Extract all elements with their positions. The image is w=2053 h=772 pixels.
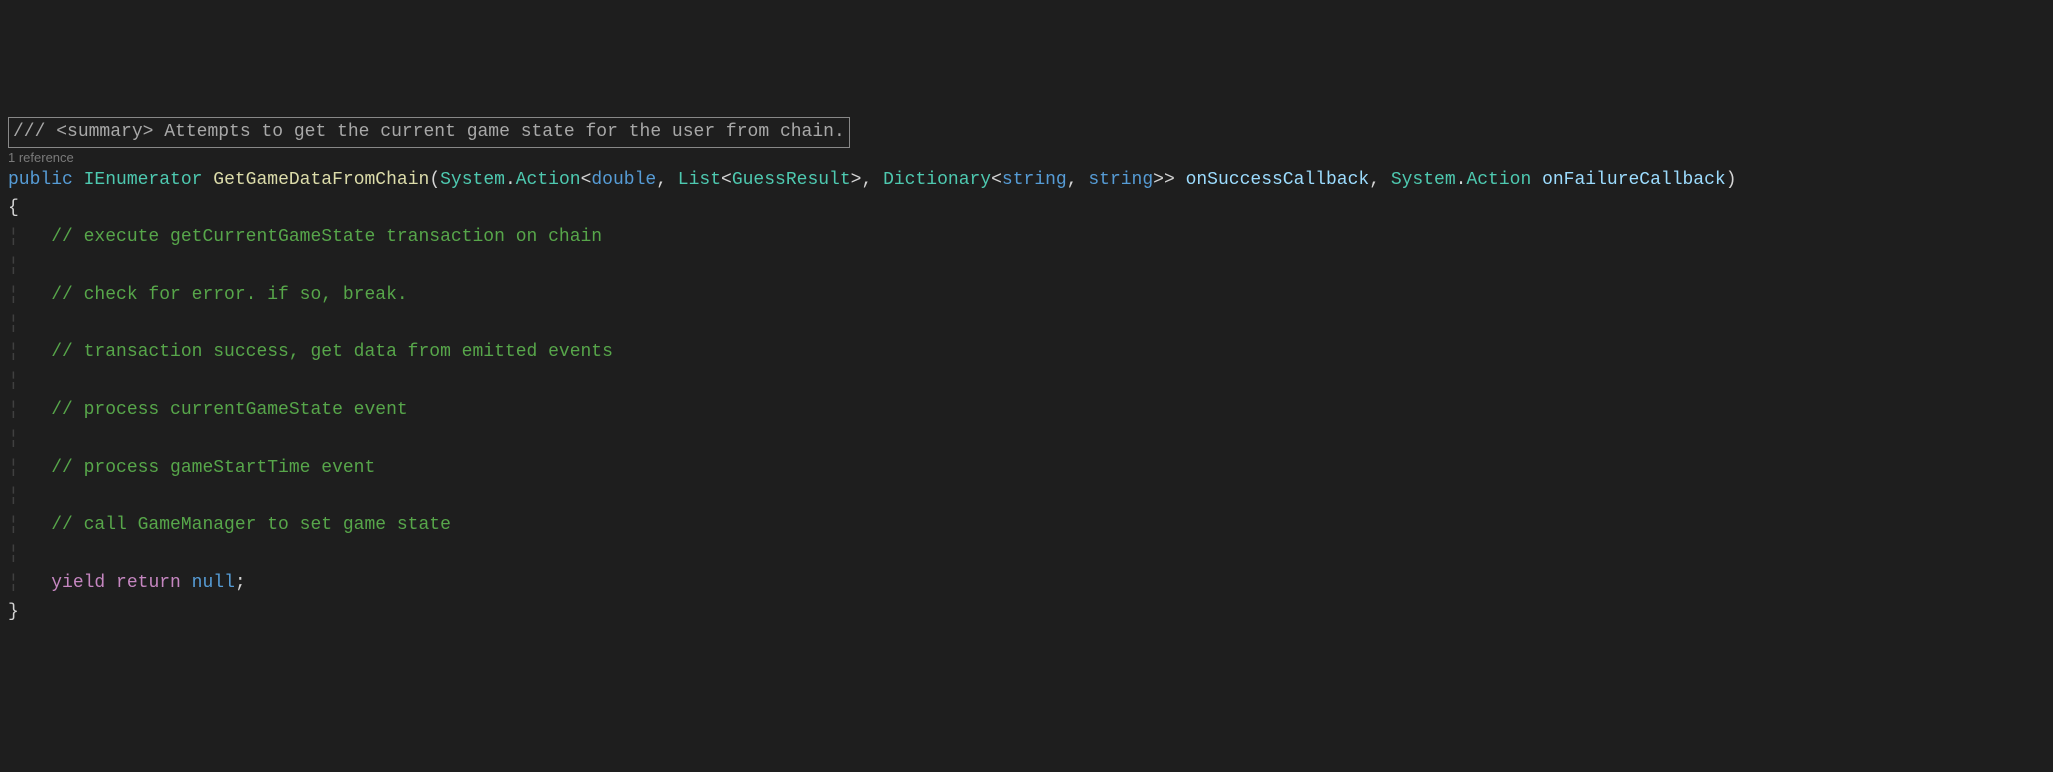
brace-open: { bbox=[8, 198, 19, 218]
type-action-2: Action bbox=[1466, 170, 1531, 190]
angle-open-2: < bbox=[721, 170, 732, 190]
doc-tag-open: <summary> bbox=[56, 122, 153, 142]
param-onfailure: onFailureCallback bbox=[1542, 170, 1726, 190]
param-onsuccess: onSuccessCallback bbox=[1186, 170, 1370, 190]
dot-2: . bbox=[1456, 170, 1467, 190]
xml-doc-summary: /// <summary> Attempts to get the curren… bbox=[8, 117, 850, 148]
ns-system: System bbox=[440, 170, 505, 190]
semicolon: ; bbox=[235, 573, 246, 593]
angle-open-3: < bbox=[991, 170, 1002, 190]
comment-1: // execute getCurrentGameState transacti… bbox=[51, 227, 602, 247]
comma-4: , bbox=[1369, 170, 1391, 190]
comma: , bbox=[656, 170, 678, 190]
comma-2: , bbox=[861, 170, 883, 190]
dot: . bbox=[505, 170, 516, 190]
type-action-1: Action bbox=[516, 170, 581, 190]
codelens-references[interactable]: 1 reference bbox=[8, 150, 2045, 166]
brace-close: } bbox=[8, 602, 19, 622]
ns-system-2: System bbox=[1391, 170, 1456, 190]
keyword-null: null bbox=[192, 573, 235, 593]
doc-text: Attempts to get the current game state f… bbox=[153, 122, 844, 142]
keyword-public: public bbox=[8, 170, 73, 190]
comment-3: // transaction success, get data from em… bbox=[51, 342, 613, 362]
type-dictionary: Dictionary bbox=[883, 170, 991, 190]
type-guessresult: GuessResult bbox=[732, 170, 851, 190]
comment-4: // process currentGameState event bbox=[51, 400, 407, 420]
paren-close: ) bbox=[1726, 170, 1737, 190]
type-string-2: string bbox=[1088, 170, 1153, 190]
angle-open: < bbox=[581, 170, 592, 190]
keyword-return: return bbox=[116, 573, 181, 593]
double-angle-close: >> bbox=[1153, 170, 1175, 190]
type-double: double bbox=[591, 170, 656, 190]
comment-6: // call GameManager to set game state bbox=[51, 515, 451, 535]
type-ienumerator: IEnumerator bbox=[84, 170, 203, 190]
comment-5: // process gameStartTime event bbox=[51, 458, 375, 478]
type-list: List bbox=[678, 170, 721, 190]
comment-2: // check for error. if so, break. bbox=[51, 285, 407, 305]
doc-prefix: /// bbox=[13, 122, 45, 142]
method-name: GetGameDataFromChain bbox=[213, 170, 429, 190]
type-string-1: string bbox=[1002, 170, 1067, 190]
angle-close-1: > bbox=[851, 170, 862, 190]
keyword-yield: yield bbox=[51, 573, 105, 593]
code-editor[interactable]: /// <summary> Attempts to get the curren… bbox=[8, 117, 2045, 626]
comma-3: , bbox=[1067, 170, 1089, 190]
paren-open: ( bbox=[429, 170, 440, 190]
